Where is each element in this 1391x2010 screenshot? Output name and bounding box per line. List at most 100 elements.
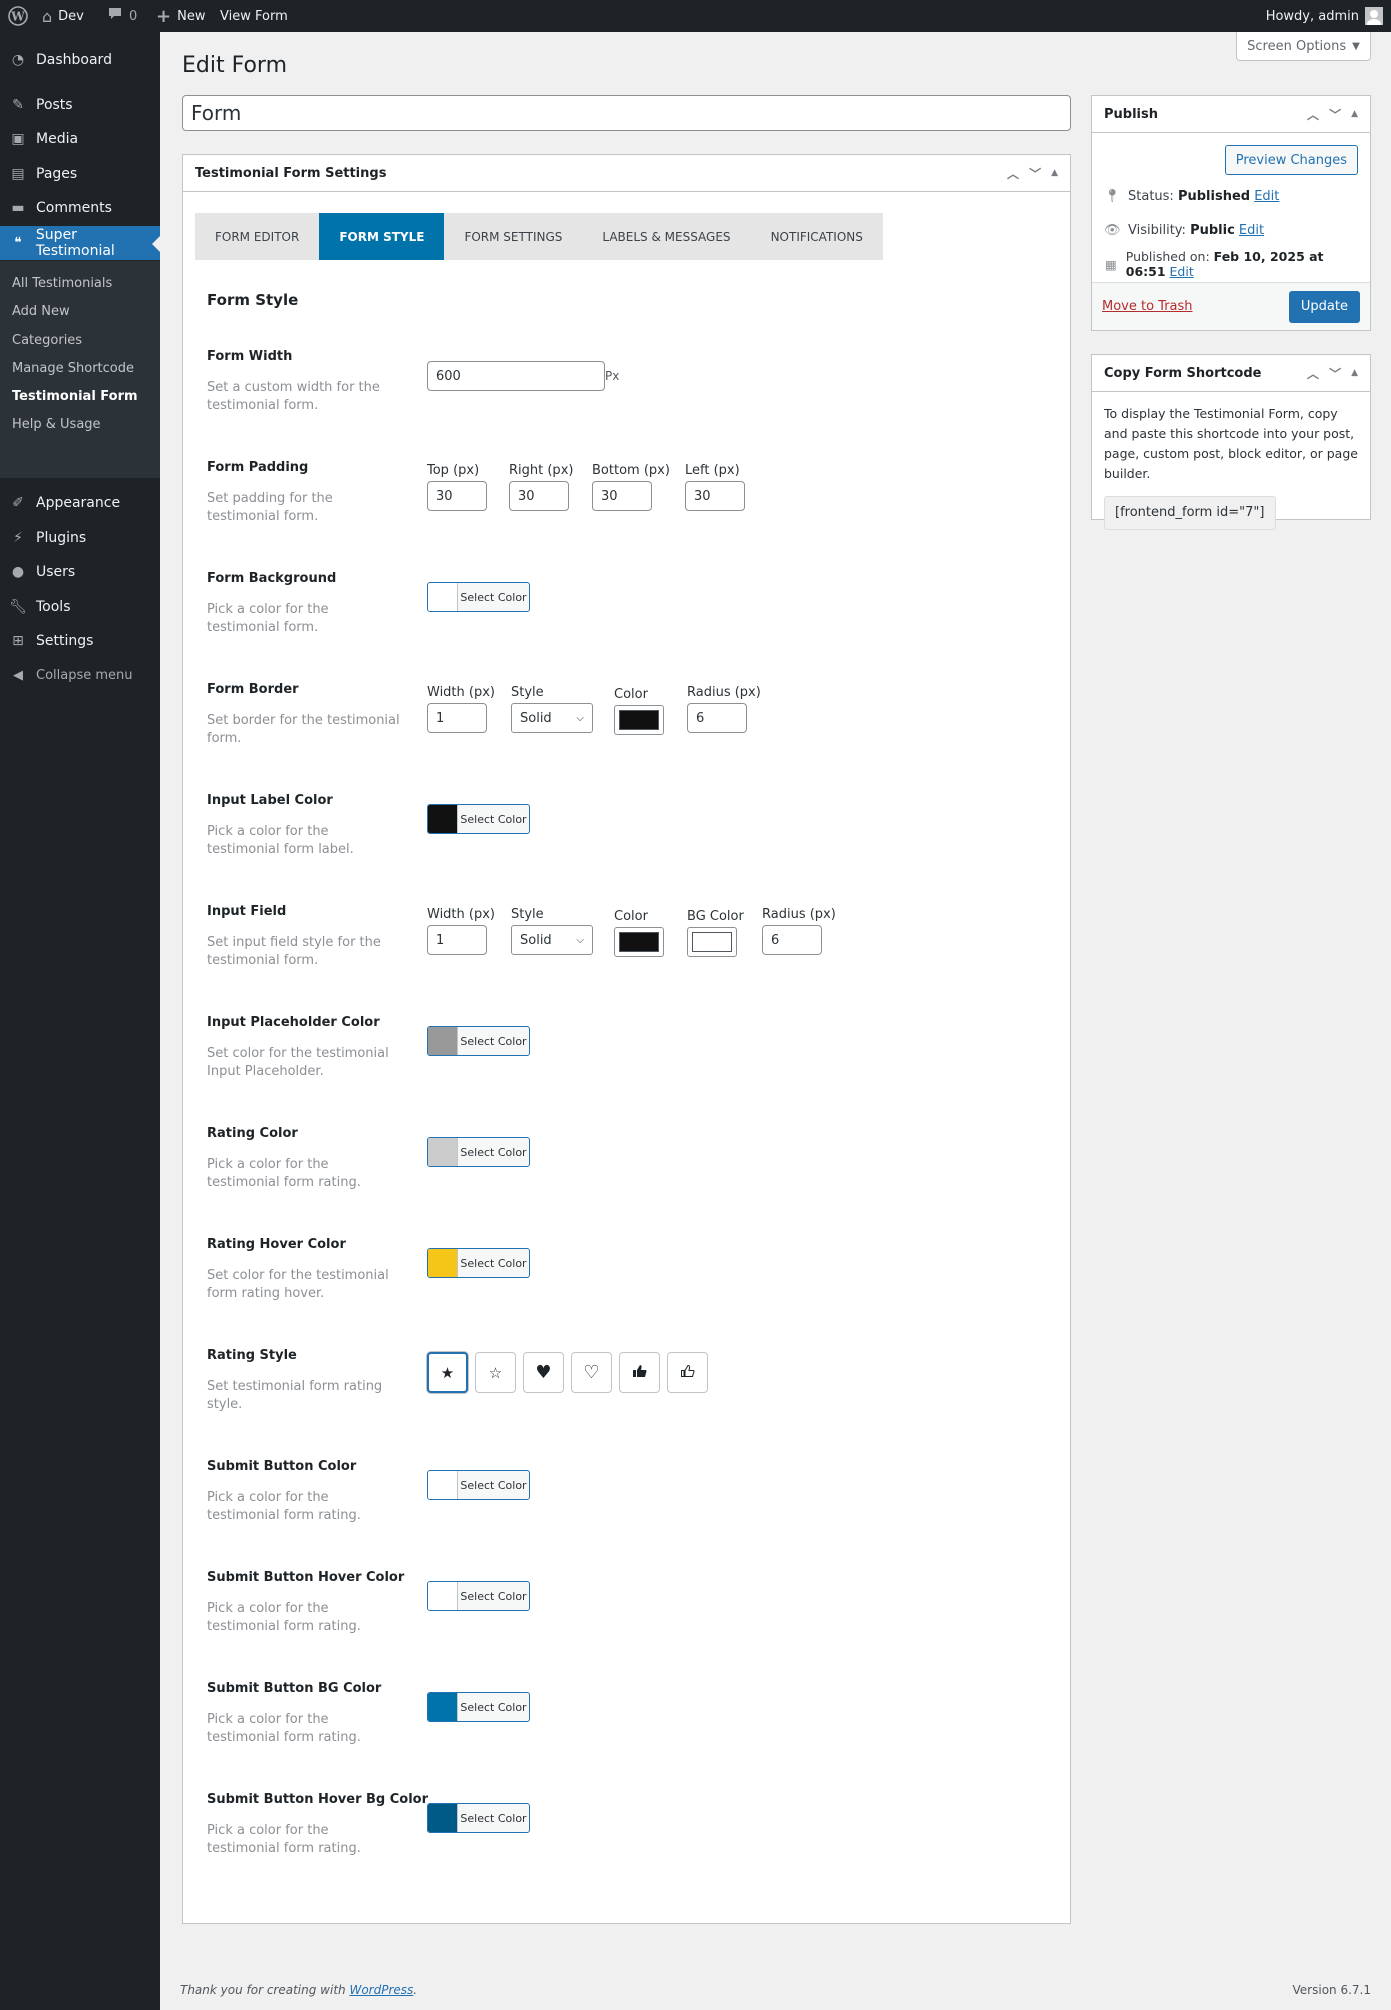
- padding-top-input[interactable]: 30: [427, 481, 487, 511]
- submit-hover-bg-color-picker[interactable]: Select Color: [427, 1803, 530, 1833]
- media-icon: ▣: [11, 131, 25, 147]
- sidebar-item-pages[interactable]: ▤ Pages: [0, 157, 160, 191]
- super-testimonial-submenu: All Testimonials Add New Categories Mana…: [0, 261, 160, 478]
- toggle-panel-icon[interactable]: ▲: [1351, 109, 1358, 119]
- tab-notifications[interactable]: Notifications: [751, 213, 883, 260]
- setting-input-field: Input Field Set input field style for th…: [207, 904, 836, 968]
- submit-bg-color-picker[interactable]: Select Color: [427, 1692, 530, 1722]
- submenu-manage-shortcode[interactable]: Manage Shortcode: [12, 361, 134, 376]
- section-title: Form Style: [207, 291, 299, 309]
- color-swatch: [428, 1582, 458, 1610]
- move-down-icon[interactable]: ﹀: [1329, 365, 1341, 382]
- input-style-select[interactable]: Solid ⌵: [511, 925, 593, 955]
- input-color-swatch[interactable]: [614, 927, 664, 957]
- border-radius-input[interactable]: 6: [687, 703, 747, 733]
- submenu-all-testimonials[interactable]: All Testimonials: [12, 276, 112, 291]
- move-up-icon[interactable]: ︿: [1307, 365, 1319, 382]
- move-down-icon[interactable]: ﹀: [1329, 106, 1341, 123]
- sidebar-item-dashboard[interactable]: ◔ Dashboard: [0, 43, 160, 77]
- paintbrush-icon: ✐: [12, 495, 24, 511]
- rating-option-star-outline[interactable]: ☆: [475, 1352, 516, 1393]
- rating-color-picker[interactable]: Select Color: [427, 1137, 530, 1167]
- edit-status-link[interactable]: Edit: [1254, 189, 1279, 204]
- sidebar-item-posts[interactable]: ✎ Posts: [0, 88, 160, 122]
- setting-rating-style: Rating Style Set testimonial form rating…: [207, 1348, 1047, 1448]
- star-solid-icon: ★: [440, 1363, 455, 1382]
- post-title-input[interactable]: Form: [182, 95, 1071, 131]
- input-label-color-picker[interactable]: Select Color: [427, 804, 530, 834]
- view-form-link[interactable]: View Form: [220, 0, 288, 32]
- publish-actions: Move to Trash Update: [1092, 282, 1370, 330]
- tab-form-style[interactable]: Form Style: [319, 213, 445, 260]
- rating-hover-color-picker[interactable]: Select Color: [427, 1248, 530, 1278]
- toggle-panel-icon[interactable]: ▲: [1051, 168, 1058, 178]
- page-title: Edit Form: [182, 53, 288, 78]
- heart-outline-icon: ♡: [583, 1362, 600, 1383]
- sidebar-item-media[interactable]: ▣ Media: [0, 122, 160, 156]
- submenu-categories[interactable]: Categories: [12, 333, 82, 348]
- update-button[interactable]: Update: [1288, 290, 1360, 323]
- color-swatch: [428, 805, 458, 833]
- comment-icon: [107, 6, 123, 26]
- sidebar-item-appearance[interactable]: ✐ Appearance: [0, 486, 160, 520]
- shortcode-field[interactable]: [frontend_form id="7"]: [1104, 496, 1276, 530]
- toggle-panel-icon[interactable]: ▲: [1351, 368, 1358, 378]
- avatar: [1365, 7, 1383, 25]
- move-to-trash-link[interactable]: Move to Trash: [1102, 299, 1193, 314]
- color-swatch: [428, 1804, 458, 1832]
- move-down-icon[interactable]: ﹀: [1029, 165, 1041, 182]
- rating-option-heart-solid[interactable]: ♥: [523, 1352, 564, 1393]
- input-bg-color-swatch[interactable]: [687, 927, 737, 957]
- submenu-add-new[interactable]: Add New: [12, 304, 70, 319]
- new-content-link[interactable]: + New: [156, 0, 205, 32]
- comments-link[interactable]: 0: [107, 0, 137, 32]
- edit-visibility-link[interactable]: Edit: [1239, 223, 1264, 238]
- placeholder-color-picker[interactable]: Select Color: [427, 1026, 530, 1056]
- tab-form-settings[interactable]: Form Settings: [444, 213, 582, 260]
- admin-sidebar: ◔ Dashboard ✎ Posts ▣ Media ▤ Pages ▬ Comment…: [0, 32, 160, 2010]
- screen-options-button[interactable]: Screen Options ▼: [1236, 32, 1371, 61]
- sidebar-item-comments[interactable]: ▬ Comments: [0, 191, 160, 225]
- submit-color-picker[interactable]: Select Color: [427, 1470, 530, 1500]
- plugin-icon: ⚡: [13, 530, 23, 546]
- move-up-icon[interactable]: ︿: [1307, 106, 1319, 123]
- padding-bottom-input[interactable]: 30: [592, 481, 652, 511]
- wordpress-link[interactable]: WordPress: [349, 1983, 413, 1997]
- padding-left-input[interactable]: 30: [685, 481, 745, 511]
- setting-submit-button-color: Submit Button Color Pick a color for the…: [207, 1459, 1047, 1559]
- wordpress-logo-icon[interactable]: W: [8, 0, 28, 32]
- form-width-input[interactable]: 600: [427, 361, 605, 391]
- form-background-color-picker[interactable]: Select Color: [427, 582, 530, 612]
- published-date-line: ▦ Published on: Feb 10, 2025 at 06:51 Ed…: [1104, 249, 1324, 279]
- sidebar-item-plugins[interactable]: ⚡ Plugins: [0, 521, 160, 555]
- sidebar-item-users[interactable]: ● Users: [0, 555, 160, 589]
- rating-option-heart-outline[interactable]: ♡: [571, 1352, 612, 1393]
- setting-input-label-color: Input Label Color Pick a color for the t…: [207, 793, 1047, 893]
- tab-form-editor[interactable]: Form Editor: [195, 213, 319, 260]
- rating-option-thumb-outline[interactable]: [667, 1352, 708, 1393]
- preview-changes-button[interactable]: Preview Changes: [1224, 145, 1358, 175]
- comment-icon: ▬: [11, 200, 25, 216]
- padding-right-input[interactable]: 30: [509, 481, 569, 511]
- sidebar-item-super-testimonial[interactable]: ❝ Super Testimonial: [0, 226, 160, 260]
- rating-option-star-solid[interactable]: ★: [427, 1352, 468, 1393]
- submenu-help-usage[interactable]: Help & Usage: [12, 417, 101, 432]
- rating-option-thumb-solid[interactable]: [619, 1352, 660, 1393]
- input-width-input[interactable]: 1: [427, 925, 487, 955]
- submit-hover-color-picker[interactable]: Select Color: [427, 1581, 530, 1611]
- move-up-icon[interactable]: ︿: [1007, 165, 1019, 182]
- collapse-menu-button[interactable]: ◀ Collapse menu: [0, 658, 160, 692]
- svg-text:W: W: [10, 10, 25, 24]
- sidebar-item-tools[interactable]: 🔧︎ Tools: [0, 590, 160, 624]
- chevron-down-icon: ⌵: [576, 712, 584, 724]
- border-color-swatch[interactable]: [614, 705, 664, 735]
- submenu-testimonial-form[interactable]: Testimonial Form: [12, 389, 138, 404]
- border-width-input[interactable]: 1: [427, 703, 487, 733]
- sidebar-item-settings[interactable]: ⊞ Settings: [0, 624, 160, 658]
- input-radius-input[interactable]: 6: [762, 925, 822, 955]
- border-style-select[interactable]: Solid ⌵: [511, 703, 593, 733]
- tab-labels-messages[interactable]: Labels & Messages: [582, 213, 750, 260]
- edit-date-link[interactable]: Edit: [1170, 264, 1194, 279]
- site-name-link[interactable]: ⌂ Dev: [42, 0, 84, 32]
- account-menu[interactable]: Howdy, admin: [1266, 0, 1383, 32]
